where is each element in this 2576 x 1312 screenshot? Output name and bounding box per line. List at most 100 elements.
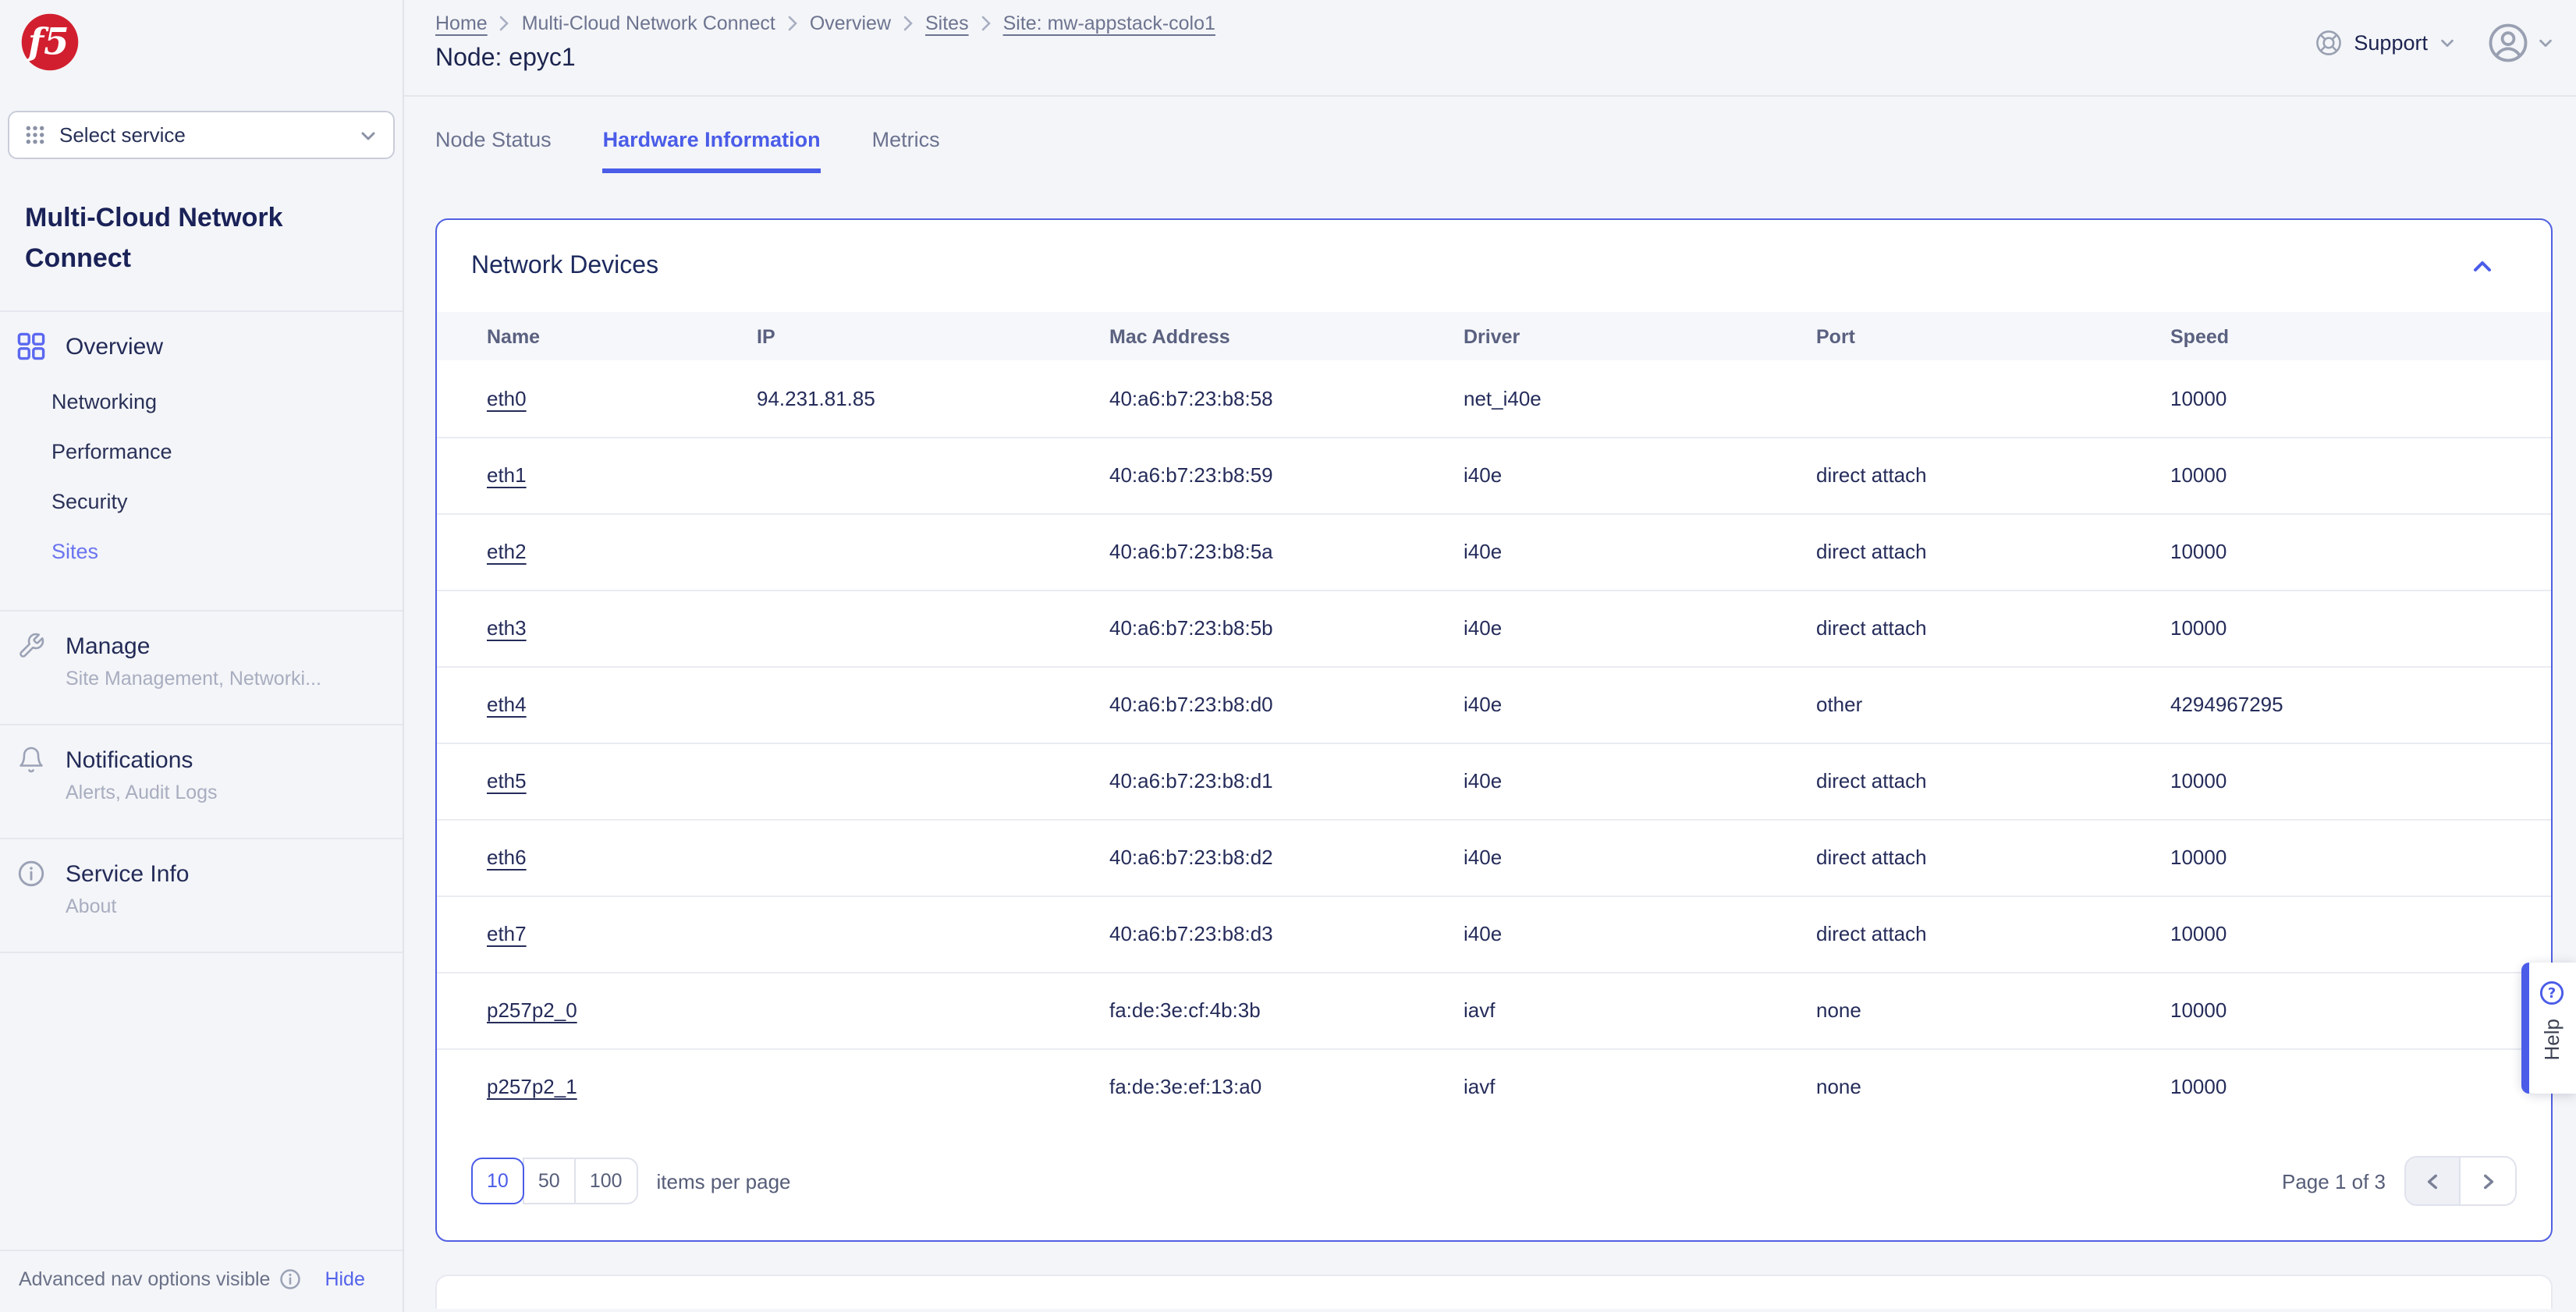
device-link[interactable]: eth5	[487, 769, 527, 793]
page-size-50-button[interactable]: 50	[522, 1158, 574, 1204]
info-circle-icon[interactable]	[279, 1268, 301, 1290]
sidebar-item-service-info[interactable]: Service Info	[16, 860, 387, 888]
device-link[interactable]: p257p2_1	[487, 1076, 577, 1099]
sidebar-item-label: Service Info	[66, 860, 190, 887]
svg-text:f5: f5	[26, 20, 69, 63]
cell-speed: 10000	[2170, 971, 2551, 1048]
cell-speed: 10000	[2170, 1048, 2551, 1125]
device-link[interactable]: eth7	[487, 922, 527, 945]
next-panel-edge	[435, 1275, 2553, 1309]
previous-page-button[interactable]	[2406, 1158, 2461, 1204]
sidebar-item-overview[interactable]: Overview	[16, 332, 387, 360]
column-header-name: Name	[437, 312, 757, 360]
page-size-10-button[interactable]: 10	[471, 1158, 524, 1204]
page-status: Page 1 of 3	[2282, 1169, 2386, 1193]
cell-driver: i40e	[1464, 818, 1816, 895]
page-size-selector: 10 50 100	[471, 1158, 638, 1204]
cell-driver: i40e	[1464, 665, 1816, 743]
tab-hardware-information[interactable]: Hardware Information	[602, 128, 821, 173]
cell-mac-address: 40:a6:b7:23:b8:d0	[1109, 665, 1464, 743]
panel-title: Network Devices	[471, 253, 659, 279]
cell-ip	[757, 818, 1109, 895]
cell-port: direct attach	[1816, 436, 2170, 513]
chevron-down-icon	[361, 131, 375, 140]
sidebar-item-performance[interactable]: Performance	[51, 426, 387, 476]
sidebar: f5 Select service Multi-Cloud Network Co…	[0, 0, 404, 1312]
cell-port: direct attach	[1816, 512, 2170, 590]
lifebuoy-icon	[2315, 30, 2341, 55]
table-row: eth7 40:a6:b7:23:b8:d3 i40e direct attach 10…	[437, 895, 2551, 972]
cell-name: eth4	[437, 665, 757, 743]
sidebar-item-security[interactable]: Security	[51, 476, 387, 526]
table-body: eth0 94.231.81.85 40:a6:b7:23:b8:58 net_i40…	[437, 360, 2551, 1125]
cell-name: eth0	[437, 360, 757, 437]
cell-driver: i40e	[1464, 512, 1816, 590]
device-link[interactable]: eth1	[487, 463, 527, 487]
device-link[interactable]: eth2	[487, 540, 527, 563]
network-devices-table: Name IP Mac Address Driver Port Speed et…	[437, 312, 2551, 1125]
nav-section-overview: Overview Networking Performance Security…	[0, 312, 403, 612]
table-row: eth5 40:a6:b7:23:b8:d1 i40e direct attach 10…	[437, 742, 2551, 819]
table-row: eth6 40:a6:b7:23:b8:d2 i40e direct attach 10…	[437, 818, 2551, 895]
device-link[interactable]: eth3	[487, 616, 527, 640]
overview-sublist: Networking Performance Security Sites	[16, 376, 387, 576]
sidebar-item-manage[interactable]: Manage	[16, 632, 387, 660]
column-header-port: Port	[1816, 312, 2170, 360]
cell-ip	[757, 589, 1109, 666]
column-header-speed: Speed	[2170, 312, 2551, 360]
device-link[interactable]: p257p2_0	[487, 998, 577, 1022]
cell-mac-address: 40:a6:b7:23:b8:d2	[1109, 818, 1464, 895]
chevron-left-icon	[2426, 1173, 2436, 1189]
hide-advanced-nav-link[interactable]: Hide	[325, 1268, 364, 1290]
collapse-panel-button[interactable]	[2470, 254, 2517, 279]
cell-name: eth7	[437, 895, 757, 972]
sidebar-item-subtitle: Alerts, Audit Logs	[66, 782, 218, 803]
cell-mac-address: 40:a6:b7:23:b8:d3	[1109, 895, 1464, 972]
cell-port: direct attach	[1816, 895, 2170, 972]
table-row: eth1 40:a6:b7:23:b8:59 i40e direct attach 10…	[437, 436, 2551, 513]
page-navigation	[2404, 1156, 2517, 1206]
service-selector[interactable]: Select service	[8, 111, 395, 159]
cell-speed: 10000	[2170, 386, 2227, 410]
column-header-mac-address: Mac Address	[1109, 312, 1464, 360]
nav-section-service-info: Service Info About	[0, 839, 403, 953]
cell-ip	[757, 971, 1109, 1048]
device-link[interactable]: eth0	[487, 387, 527, 410]
cell-driver: iavf	[1464, 1048, 1816, 1125]
cell-driver: net_i40e	[1464, 386, 1542, 410]
breadcrumb-site-current[interactable]: Site: mw-appstack-colo1	[1003, 12, 1215, 34]
sidebar-item-notifications[interactable]: Notifications	[16, 746, 387, 774]
support-menu[interactable]: Support	[2313, 28, 2456, 58]
chevron-down-icon	[2539, 39, 2552, 48]
breadcrumb-home[interactable]: Home	[435, 12, 488, 34]
panel-header: Network Devices	[437, 220, 2551, 312]
cell-port: other	[1816, 665, 2170, 743]
device-link[interactable]: eth6	[487, 846, 527, 869]
brand-logo[interactable]: f5	[0, 0, 403, 80]
help-tab[interactable]: ? Help	[2521, 963, 2576, 1094]
cell-ip	[757, 665, 1109, 743]
service-title: Multi-Cloud Network Connect	[0, 159, 403, 312]
device-link[interactable]: eth4	[487, 693, 527, 716]
tab-metrics[interactable]: Metrics	[872, 128, 940, 173]
help-label: Help	[2540, 1019, 2564, 1061]
cell-speed: 10000	[2170, 742, 2551, 819]
cell-ip	[757, 1048, 1109, 1125]
account-menu[interactable]	[2487, 22, 2554, 64]
cell-speed: 10000	[2170, 818, 2551, 895]
chevron-right-icon	[981, 16, 991, 31]
chevron-up-icon	[2474, 261, 2491, 271]
cell-mac-address: 40:a6:b7:23:b8:5a	[1109, 512, 1464, 590]
sidebar-item-networking[interactable]: Networking	[51, 376, 387, 426]
table-header-row: Name IP Mac Address Driver Port Speed	[437, 312, 2551, 360]
tab-node-status[interactable]: Node Status	[435, 128, 552, 173]
breadcrumb-sites[interactable]: Sites	[925, 12, 969, 34]
cell-port: direct attach	[1816, 589, 2170, 666]
sidebar-item-sites[interactable]: Sites	[51, 526, 387, 576]
service-selector-label: Select service	[59, 123, 186, 147]
cell-speed: 10000	[2170, 589, 2551, 666]
cell-port: direct attach	[1816, 818, 2170, 895]
next-page-button[interactable]	[2461, 1158, 2515, 1204]
cell-name: eth2	[437, 512, 757, 590]
page-size-100-button[interactable]: 100	[573, 1158, 638, 1204]
